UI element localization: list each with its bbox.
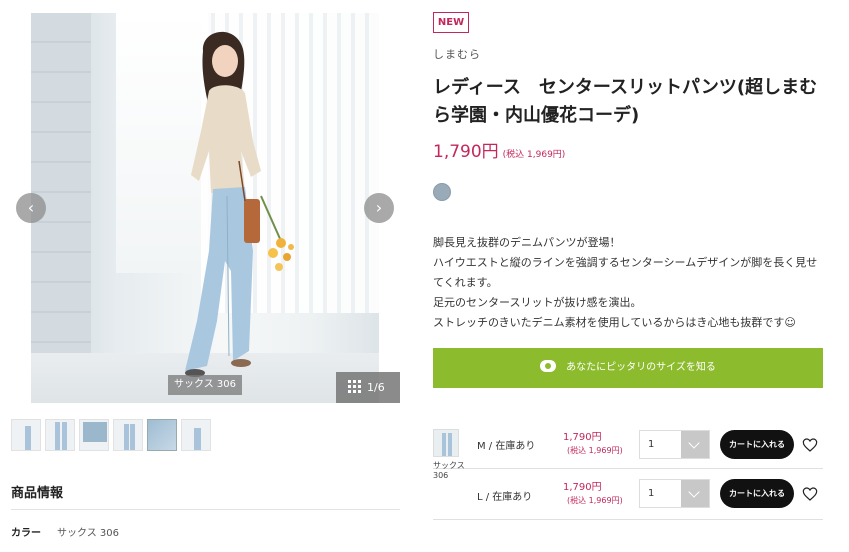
thumb-figure (25, 426, 31, 450)
sku-row: L / 在庫あり 1,790円 (税込 1,969円) 1 カートに入れる (433, 470, 823, 520)
chevron-left-icon: ‹ (27, 198, 35, 217)
new-badge: NEW (433, 12, 469, 33)
add-to-cart-button[interactable]: カートに入れる (720, 479, 794, 508)
sku-price-value: 1,790円 (563, 482, 602, 493)
chevron-down-icon (681, 431, 709, 458)
sku-color-label: サックス 306 (433, 461, 465, 480)
sku-size: L / 在庫あり (477, 492, 533, 503)
sku-price-tax: (税込 1,969円) (567, 446, 623, 455)
thumbnail-4[interactable] (113, 419, 143, 451)
chevron-down-icon (681, 480, 709, 507)
quantity-value: 1 (648, 439, 655, 450)
spec-color-row: カラー サックス 306 (11, 524, 119, 539)
description-line: 脚長見え抜群のデニムパンツが登場！ (433, 236, 621, 249)
divider (11, 509, 400, 510)
thumb-figure (83, 422, 107, 442)
product-title: レディース センタースリットパンツ(超しまむら学園・内山優花コーデ) (433, 77, 818, 126)
spec-color-key: カラー (11, 528, 41, 539)
sku-size: M / 在庫あり (477, 441, 536, 452)
product-description: 脚長見え抜群のデニムパンツが登場！ ハイウエストと縦のラインを強調するセンターシ… (433, 233, 825, 333)
sku-price-value: 1,790円 (563, 432, 602, 443)
quantity-value: 1 (648, 488, 655, 499)
measuring-tape-icon (540, 360, 557, 372)
sku-row: M / 在庫あり 1,790円 (税込 1,969円) 1 カートに入れる (433, 419, 823, 469)
thumbnail-6[interactable] (181, 419, 211, 451)
thumbnail-strip (11, 419, 211, 451)
sku-price: 1,790円 (税込 1,969円) (563, 481, 623, 507)
thumb-figure (148, 420, 176, 450)
gallery-counter: 1/6 (367, 381, 385, 394)
add-to-cart-button[interactable]: カートに入れる (720, 430, 794, 459)
description-line: ハイウエストと縦のラインを強調するセンターシームデザインが脚を長く見せてくれます… (433, 256, 818, 289)
thumb-figure (130, 424, 135, 450)
model-figure (185, 31, 294, 377)
quantity-select[interactable]: 1 (639, 479, 710, 508)
gallery-next-button[interactable]: › (364, 193, 394, 223)
main-product-photo (31, 13, 379, 403)
thumbnail-3[interactable] (79, 419, 109, 451)
chevron-right-icon: › (375, 198, 383, 217)
thumb-figure (55, 422, 60, 450)
sku-thumbnail (433, 429, 459, 457)
thumbnail-1[interactable] (11, 419, 41, 451)
quantity-select[interactable]: 1 (639, 430, 710, 459)
gallery-counter-button[interactable]: 1/6 (336, 372, 400, 403)
description-line: ストレッチのきいたデニム素材を使用しているからはき心地も抜群です☺ (433, 316, 796, 329)
heart-icon[interactable] (802, 437, 818, 453)
description-line: 足元のセンタースリットが抜け感を演出。 (433, 296, 642, 309)
thumb-figure (62, 422, 67, 450)
heart-icon[interactable] (802, 486, 818, 502)
color-swatch[interactable] (433, 183, 451, 201)
thumb-figure (124, 424, 129, 450)
photo-color-caption: サックス 306 (168, 375, 242, 395)
thumb-figure (448, 433, 452, 456)
thumbnail-5[interactable] (147, 419, 177, 451)
product-info-heading: 商品情報 (11, 486, 64, 501)
grid-icon (348, 380, 361, 393)
thumb-figure (442, 433, 446, 456)
thumbnail-2[interactable] (45, 419, 75, 451)
brand-name: しまむら (433, 48, 481, 61)
find-size-button[interactable]: あなたにピッタリのサイズを知る (433, 348, 823, 388)
spec-color-value: サックス 306 (57, 528, 119, 539)
product-price: 1,790円 (税込 1,969円) (433, 137, 565, 162)
sku-price-tax: (税込 1,969円) (567, 496, 623, 505)
gallery-prev-button[interactable]: ‹ (16, 193, 46, 223)
sku-price: 1,790円 (税込 1,969円) (563, 431, 623, 457)
price-tax: (税込 1,969円) (502, 150, 566, 160)
find-size-label: あなたにピッタリのサイズを知る (566, 362, 716, 373)
thumb-figure (194, 428, 201, 450)
price-value: 1,790円 (433, 142, 499, 162)
